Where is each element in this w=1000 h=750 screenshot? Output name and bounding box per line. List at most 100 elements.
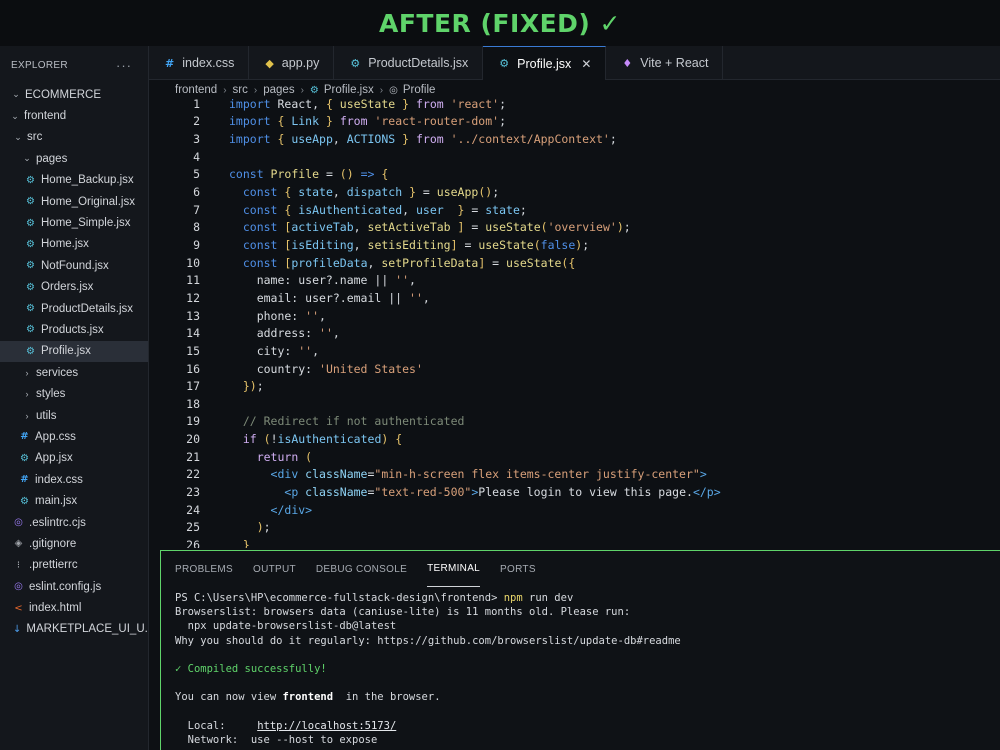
- tree-item[interactable]: ◈ .gitignore: [0, 533, 148, 554]
- react-icon: ⚙: [26, 174, 35, 186]
- tree-item[interactable]: < index.html: [0, 597, 148, 618]
- code-token: '': [305, 308, 320, 323]
- code-token: email: user?.email ||: [229, 290, 410, 305]
- terminal-line: Why you should do it regularly: https://…: [175, 634, 995, 648]
- status-banner: AFTER (FIXED) ✓: [0, 0, 1000, 46]
- tree-item[interactable]: ⚙ Home_Backup.jsx: [0, 170, 148, 191]
- tree-item[interactable]: ⚙ main.jsx: [0, 490, 148, 511]
- tree-item[interactable]: ⌄ frontend: [0, 105, 148, 126]
- code-line: 1 import React, { useState } from 'react'…: [149, 98, 506, 113]
- more-actions-icon[interactable]: ···: [116, 58, 132, 73]
- code-token: 'United States': [319, 361, 423, 376]
- line-number: 18: [186, 396, 200, 411]
- code-token: ;: [519, 202, 527, 217]
- code-token: ): [616, 220, 624, 235]
- tab-app-py[interactable]: ◆ app.py: [249, 46, 335, 80]
- tab-productdetails-jsx[interactable]: ⚙ ProductDetails.jsx: [334, 46, 484, 80]
- tree-item[interactable]: ⚙ ProductDetails.jsx: [0, 298, 148, 319]
- code-editor[interactable]: 1 import React, { useState } from 'react'…: [149, 98, 1000, 548]
- line-number: 3: [193, 132, 200, 147]
- tree-item[interactable]: ⚙ Home_Simple.jsx: [0, 212, 148, 233]
- tree-item[interactable]: ⚙ Profile.jsx: [0, 340, 148, 363]
- tab-label: Vite + React: [640, 56, 709, 70]
- tree-item[interactable]: ⌄ pages: [0, 148, 148, 169]
- file-tree: ⌄ ECOMMERCE ⌄ frontend ⌄ src ⌄ pages ⚙ Home_Backu…: [0, 84, 148, 640]
- tree-item[interactable]: ⌄ ECOMMERCE: [0, 84, 148, 105]
- breadcrumb-item[interactable]: Profile.jsx: [324, 84, 374, 96]
- tree-item[interactable]: ⚙ Products.jsx: [0, 319, 148, 340]
- tree-item[interactable]: ◎ .eslintrc.cjs: [0, 512, 148, 533]
- terminal-output[interactable]: PS C:\Users\HP\ecommerce-fullstack-desig…: [175, 591, 995, 747]
- terminal-text: Local:: [175, 719, 258, 732]
- tree-item[interactable]: ⁝ .prettierrc: [0, 555, 148, 576]
- code-token: ,: [332, 132, 347, 147]
- code-token: ,: [319, 308, 326, 323]
- breadcrumb-item[interactable]: frontend: [175, 84, 217, 96]
- code-text: );: [229, 520, 271, 534]
- code-token: =: [464, 220, 486, 235]
- panel-tab-debug-console[interactable]: DEBUG CONSOLE: [316, 551, 407, 587]
- code-token: ,: [312, 343, 320, 358]
- line-number: 24: [186, 502, 200, 517]
- react-icon: ⚙: [20, 495, 29, 507]
- breadcrumb-item[interactable]: Profile: [403, 84, 436, 96]
- tab-profile-jsx[interactable]: ⚙ Profile.jsx ✕: [483, 46, 607, 80]
- chevron-right-icon: ›: [25, 410, 29, 421]
- breadcrumb-item[interactable]: src: [233, 84, 248, 96]
- code-token: // Redirect if not authenticated: [242, 414, 465, 429]
- code-line: 16 country: 'United States': [149, 360, 423, 378]
- local-url-link[interactable]: http://localhost:5173/: [257, 720, 396, 732]
- terminal-text: PS C:\Users\HP\ecommerce-fullstack-desig…: [175, 592, 504, 605]
- tree-item[interactable]: ⚙ Home_Original.jsx: [0, 191, 148, 212]
- line-number: 4: [193, 149, 200, 164]
- code-token: profileData: [291, 255, 368, 270]
- tree-item[interactable]: # App.css: [0, 426, 148, 447]
- code-token: ;: [499, 114, 506, 129]
- line-number: 7: [193, 202, 200, 217]
- tree-item[interactable]: ⚙ Home.jsx: [0, 234, 148, 255]
- code-text: const [profileData, setProfileData] = us…: [229, 256, 575, 270]
- code-token: className: [305, 467, 368, 482]
- breadcrumb-item[interactable]: pages: [263, 84, 294, 96]
- terminal-text: npm: [503, 592, 523, 605]
- tab-vite-react[interactable]: ♦ Vite + React: [606, 46, 724, 80]
- code-token: <div: [270, 467, 306, 482]
- tree-item[interactable]: ⚙ NotFound.jsx: [0, 255, 148, 276]
- code-token: isAuthenticated: [277, 432, 382, 447]
- tree-item[interactable]: # index.css: [0, 469, 148, 490]
- code-token: useApp: [436, 185, 479, 200]
- code-token: (: [533, 237, 541, 252]
- code-token: isAuthenticated: [298, 202, 403, 217]
- chevron-right-icon: ›: [300, 84, 304, 96]
- tree-item-label: .eslintrc.cjs: [29, 516, 86, 529]
- chevron-right-icon: ›: [223, 84, 227, 96]
- tree-item[interactable]: ⚙ Orders.jsx: [0, 277, 148, 298]
- tree-item[interactable]: › utils: [0, 405, 148, 426]
- code-token: {: [381, 167, 389, 182]
- code-token: =: [464, 202, 486, 217]
- terminal-text: ✓ Compiled successfully!: [175, 663, 327, 676]
- code-token: ;: [256, 379, 264, 394]
- tree-item[interactable]: ⌄ src: [0, 127, 148, 148]
- tab-index-css[interactable]: # index.css: [149, 46, 250, 80]
- panel-tab-output[interactable]: OUTPUT: [253, 551, 296, 587]
- panel-tab-problems[interactable]: PROBLEMS: [175, 551, 233, 587]
- code-token: city:: [229, 343, 299, 358]
- tree-item[interactable]: › styles: [0, 383, 148, 404]
- terminal-line: Browserslist: browsers data (caniuse-lit…: [175, 605, 995, 619]
- react-icon: ⚙: [26, 281, 35, 293]
- tree-item[interactable]: ⚙ App.jsx: [0, 448, 148, 469]
- tree-item[interactable]: › services: [0, 362, 148, 383]
- close-icon[interactable]: ✕: [581, 57, 591, 71]
- terminal-text: Why you should do it regularly: https://…: [175, 634, 681, 647]
- code-text: import { useApp, ACTIONS } from '../cont…: [229, 132, 617, 146]
- code-line: 24 </div>: [149, 501, 312, 519]
- panel-tab-terminal[interactable]: TERMINAL: [427, 551, 481, 587]
- tree-item[interactable]: ↓ MARKETPLACE_UI_U...: [0, 619, 148, 640]
- panel-tab-ports[interactable]: PORTS: [500, 551, 536, 587]
- tree-item[interactable]: ◎ eslint.config.js: [0, 576, 148, 597]
- code-token: name: user?.name ||: [229, 273, 396, 288]
